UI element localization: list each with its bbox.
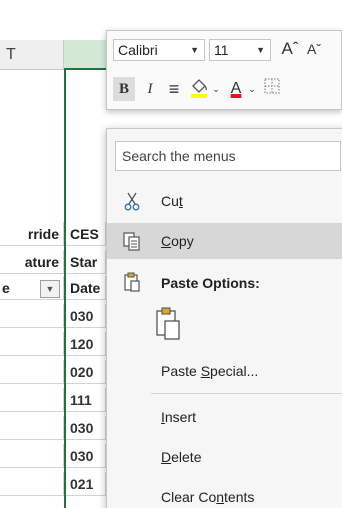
menu-item-copy[interactable]: Copy <box>107 223 342 259</box>
cell-b-header-2[interactable]: Star <box>66 250 106 274</box>
font-name-value: Calibri <box>118 42 158 58</box>
date-cell[interactable]: 020 <box>66 360 106 384</box>
paint-bucket-icon <box>191 79 207 98</box>
date-cell[interactable]: 021 <box>66 472 106 496</box>
cell-a-2[interactable]: ature <box>0 250 64 274</box>
bold-button[interactable]: B <box>113 77 135 101</box>
menu-item-clear-contents[interactable]: Clear Contents <box>107 479 342 508</box>
cell-a-row[interactable] <box>0 360 64 384</box>
mini-toolbar: Calibri ▼ 11 ▼ Aˆ Aˇ B I ≡ ⌄ A ⌄ <box>106 30 342 110</box>
scissors-icon <box>121 183 143 219</box>
menu-item-label: Delete <box>161 449 202 465</box>
chevron-down-icon: ▼ <box>256 45 265 55</box>
search-menus-input[interactable] <box>115 141 341 171</box>
borders-button[interactable] <box>261 77 283 101</box>
menu-item-cut[interactable]: Cut <box>107 183 342 219</box>
cell-a-1[interactable]: rride <box>0 222 64 246</box>
cell-b-header-3[interactable]: Date <box>66 276 106 300</box>
menu-item-paste-special[interactable]: Paste Special... <box>107 353 342 389</box>
align-center-button[interactable]: ≡ <box>163 77 185 101</box>
increase-font-size-button[interactable]: Aˆ <box>279 37 301 61</box>
menu-separator <box>151 393 342 394</box>
context-menu: Cut Copy Paste Options: <box>106 128 342 508</box>
menu-item-label: Paste Special... <box>161 363 259 379</box>
menu-item-delete[interactable]: Delete <box>107 439 342 475</box>
clipboard-icon <box>121 265 143 301</box>
cell-b-header-1[interactable]: CES <box>66 222 106 246</box>
chevron-down-icon: ▼ <box>190 45 199 55</box>
cell-a-row[interactable] <box>0 388 64 412</box>
cell-a-row[interactable] <box>0 416 64 440</box>
menu-item-label: Cut <box>161 193 183 209</box>
font-color-letter: A <box>230 80 242 97</box>
filter-dropdown-icon[interactable]: ▼ <box>40 280 60 298</box>
clipboard-paste-icon <box>156 307 180 340</box>
fill-color-button[interactable] <box>187 77 211 101</box>
cell-a-row[interactable] <box>0 472 64 496</box>
menu-item-label: Clear Contents <box>161 489 255 505</box>
menu-item-label: Insert <box>161 409 197 425</box>
date-cell[interactable]: 120 <box>66 332 106 356</box>
borders-icon <box>264 78 280 94</box>
chevron-down-icon[interactable]: ⌄ <box>247 77 257 101</box>
paste-button[interactable] <box>153 305 183 341</box>
column-header-t[interactable]: T <box>0 40 64 70</box>
italic-button[interactable]: I <box>139 77 161 101</box>
copy-icon <box>121 223 143 259</box>
cell-a-row[interactable] <box>0 304 64 328</box>
date-cell[interactable]: 111 <box>66 388 106 412</box>
font-size-dropdown[interactable]: 11 ▼ <box>209 39 271 61</box>
date-cell[interactable]: 030 <box>66 416 106 440</box>
menu-item-label: Copy <box>161 233 194 249</box>
decrease-font-size-button[interactable]: Aˇ <box>303 37 325 61</box>
date-cell[interactable]: 030 <box>66 444 106 468</box>
font-name-dropdown[interactable]: Calibri ▼ <box>113 39 205 61</box>
cell-a-row[interactable] <box>0 332 64 356</box>
font-color-button[interactable]: A <box>225 77 247 101</box>
cell-a-row[interactable] <box>0 444 64 468</box>
paste-options-heading: Paste Options: <box>107 265 342 301</box>
menu-item-insert[interactable]: Insert <box>107 399 342 435</box>
chevron-down-icon[interactable]: ⌄ <box>211 77 221 101</box>
date-cell[interactable]: 030 <box>66 304 106 328</box>
font-size-value: 11 <box>214 42 229 58</box>
